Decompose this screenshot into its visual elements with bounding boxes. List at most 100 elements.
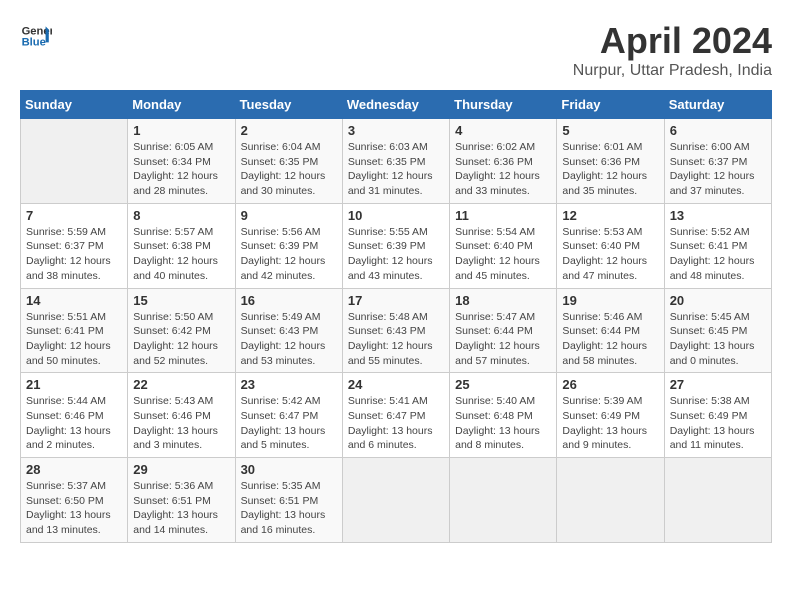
calendar-cell xyxy=(557,458,664,543)
calendar-cell: 10 Sunrise: 5:55 AM Sunset: 6:39 PM Dayli… xyxy=(342,203,449,288)
day-info: Sunrise: 5:36 AM Sunset: 6:51 PM Dayligh… xyxy=(133,479,229,538)
day-number: 24 xyxy=(348,377,444,392)
day-info: Sunrise: 5:54 AM Sunset: 6:40 PM Dayligh… xyxy=(455,225,551,284)
calendar-cell: 13 Sunrise: 5:52 AM Sunset: 6:41 PM Dayli… xyxy=(664,203,771,288)
day-number: 21 xyxy=(26,377,122,392)
day-info: Sunrise: 5:40 AM Sunset: 6:48 PM Dayligh… xyxy=(455,394,551,453)
day-number: 11 xyxy=(455,208,551,223)
day-info: Sunrise: 5:59 AM Sunset: 6:37 PM Dayligh… xyxy=(26,225,122,284)
calendar-cell xyxy=(21,119,128,204)
location-title: Nurpur, Uttar Pradesh, India xyxy=(573,62,772,80)
day-info: Sunrise: 5:53 AM Sunset: 6:40 PM Dayligh… xyxy=(562,225,658,284)
day-info: Sunrise: 5:44 AM Sunset: 6:46 PM Dayligh… xyxy=(26,394,122,453)
svg-text:Blue: Blue xyxy=(22,37,46,49)
week-row-1: 1 Sunrise: 6:05 AM Sunset: 6:34 PM Daylig… xyxy=(21,119,772,204)
day-number: 27 xyxy=(670,377,766,392)
day-number: 29 xyxy=(133,462,229,477)
day-info: Sunrise: 5:57 AM Sunset: 6:38 PM Dayligh… xyxy=(133,225,229,284)
header-row: SundayMondayTuesdayWednesdayThursdayFrid… xyxy=(21,91,772,119)
day-info: Sunrise: 5:45 AM Sunset: 6:45 PM Dayligh… xyxy=(670,310,766,369)
day-info: Sunrise: 5:39 AM Sunset: 6:49 PM Dayligh… xyxy=(562,394,658,453)
day-number: 17 xyxy=(348,293,444,308)
day-number: 13 xyxy=(670,208,766,223)
week-row-4: 21 Sunrise: 5:44 AM Sunset: 6:46 PM Dayli… xyxy=(21,373,772,458)
calendar-cell: 28 Sunrise: 5:37 AM Sunset: 6:50 PM Dayli… xyxy=(21,458,128,543)
day-info: Sunrise: 5:55 AM Sunset: 6:39 PM Dayligh… xyxy=(348,225,444,284)
calendar-cell: 11 Sunrise: 5:54 AM Sunset: 6:40 PM Dayli… xyxy=(450,203,557,288)
calendar-cell: 26 Sunrise: 5:39 AM Sunset: 6:49 PM Dayli… xyxy=(557,373,664,458)
header-day-sunday: Sunday xyxy=(21,91,128,119)
week-row-3: 14 Sunrise: 5:51 AM Sunset: 6:41 PM Dayli… xyxy=(21,288,772,373)
header-day-thursday: Thursday xyxy=(450,91,557,119)
day-number: 30 xyxy=(241,462,337,477)
day-number: 26 xyxy=(562,377,658,392)
calendar-cell: 1 Sunrise: 6:05 AM Sunset: 6:34 PM Daylig… xyxy=(128,119,235,204)
day-number: 22 xyxy=(133,377,229,392)
day-number: 1 xyxy=(133,123,229,138)
calendar-cell: 6Sunrise: 6:00 AM Sunset: 6:37 PM Daylig… xyxy=(664,119,771,204)
header-day-saturday: Saturday xyxy=(664,91,771,119)
header-day-wednesday: Wednesday xyxy=(342,91,449,119)
calendar-cell: 30 Sunrise: 5:35 AM Sunset: 6:51 PM Dayli… xyxy=(235,458,342,543)
day-info: Sunrise: 5:50 AM Sunset: 6:42 PM Dayligh… xyxy=(133,310,229,369)
calendar-cell: 29 Sunrise: 5:36 AM Sunset: 6:51 PM Dayli… xyxy=(128,458,235,543)
day-number: 6 xyxy=(670,123,766,138)
day-info: Sunrise: 5:42 AM Sunset: 6:47 PM Dayligh… xyxy=(241,394,337,453)
day-info: Sunrise: 5:35 AM Sunset: 6:51 PM Dayligh… xyxy=(241,479,337,538)
calendar-cell: 21 Sunrise: 5:44 AM Sunset: 6:46 PM Dayli… xyxy=(21,373,128,458)
logo: General Blue xyxy=(20,20,52,52)
day-number: 7 xyxy=(26,208,122,223)
calendar-cell xyxy=(450,458,557,543)
header-day-monday: Monday xyxy=(128,91,235,119)
day-info: Sunrise: 6:05 AM Sunset: 6:34 PM Dayligh… xyxy=(133,140,229,199)
calendar-cell: 19Sunrise: 5:46 AM Sunset: 6:44 PM Dayli… xyxy=(557,288,664,373)
day-info: Sunrise: 5:37 AM Sunset: 6:50 PM Dayligh… xyxy=(26,479,122,538)
day-info: Sunrise: 5:56 AM Sunset: 6:39 PM Dayligh… xyxy=(241,225,337,284)
calendar-cell: 27 Sunrise: 5:38 AM Sunset: 6:49 PM Dayli… xyxy=(664,373,771,458)
calendar-cell: 18Sunrise: 5:47 AM Sunset: 6:44 PM Dayli… xyxy=(450,288,557,373)
day-info: Sunrise: 6:04 AM Sunset: 6:35 PM Dayligh… xyxy=(241,140,337,199)
week-row-5: 28 Sunrise: 5:37 AM Sunset: 6:50 PM Dayli… xyxy=(21,458,772,543)
day-number: 14 xyxy=(26,293,122,308)
day-number: 15 xyxy=(133,293,229,308)
day-info: Sunrise: 5:41 AM Sunset: 6:47 PM Dayligh… xyxy=(348,394,444,453)
calendar-cell: 22Sunrise: 5:43 AM Sunset: 6:46 PM Dayli… xyxy=(128,373,235,458)
calendar-cell xyxy=(342,458,449,543)
calendar-cell: 7 Sunrise: 5:59 AM Sunset: 6:37 PM Daylig… xyxy=(21,203,128,288)
title-block: April 2024 Nurpur, Uttar Pradesh, India xyxy=(573,20,772,80)
calendar-cell: 9 Sunrise: 5:56 AM Sunset: 6:39 PM Daylig… xyxy=(235,203,342,288)
calendar-cell: 5Sunrise: 6:01 AM Sunset: 6:36 PM Daylig… xyxy=(557,119,664,204)
day-info: Sunrise: 5:49 AM Sunset: 6:43 PM Dayligh… xyxy=(241,310,337,369)
day-number: 20 xyxy=(670,293,766,308)
day-number: 10 xyxy=(348,208,444,223)
day-number: 2 xyxy=(241,123,337,138)
day-info: Sunrise: 6:02 AM Sunset: 6:36 PM Dayligh… xyxy=(455,140,551,199)
calendar-cell: 20 Sunrise: 5:45 AM Sunset: 6:45 PM Dayli… xyxy=(664,288,771,373)
day-info: Sunrise: 5:51 AM Sunset: 6:41 PM Dayligh… xyxy=(26,310,122,369)
day-info: Sunrise: 5:48 AM Sunset: 6:43 PM Dayligh… xyxy=(348,310,444,369)
day-number: 3 xyxy=(348,123,444,138)
calendar-table: SundayMondayTuesdayWednesdayThursdayFrid… xyxy=(20,90,772,543)
day-info: Sunrise: 5:46 AM Sunset: 6:44 PM Dayligh… xyxy=(562,310,658,369)
week-row-2: 7 Sunrise: 5:59 AM Sunset: 6:37 PM Daylig… xyxy=(21,203,772,288)
day-number: 28 xyxy=(26,462,122,477)
calendar-cell: 15 Sunrise: 5:50 AM Sunset: 6:42 PM Dayli… xyxy=(128,288,235,373)
day-number: 25 xyxy=(455,377,551,392)
day-info: Sunrise: 6:01 AM Sunset: 6:36 PM Dayligh… xyxy=(562,140,658,199)
page-header: General Blue April 2024 Nurpur, Uttar Pr… xyxy=(20,20,772,80)
day-info: Sunrise: 5:38 AM Sunset: 6:49 PM Dayligh… xyxy=(670,394,766,453)
logo-icon: General Blue xyxy=(20,20,52,52)
day-number: 4 xyxy=(455,123,551,138)
calendar-cell xyxy=(664,458,771,543)
day-info: Sunrise: 5:52 AM Sunset: 6:41 PM Dayligh… xyxy=(670,225,766,284)
header-day-tuesday: Tuesday xyxy=(235,91,342,119)
calendar-cell: 24 Sunrise: 5:41 AM Sunset: 6:47 PM Dayli… xyxy=(342,373,449,458)
calendar-cell: 17 Sunrise: 5:48 AM Sunset: 6:43 PM Dayli… xyxy=(342,288,449,373)
calendar-cell: 23Sunrise: 5:42 AM Sunset: 6:47 PM Dayli… xyxy=(235,373,342,458)
calendar-cell: 4 Sunrise: 6:02 AM Sunset: 6:36 PM Daylig… xyxy=(450,119,557,204)
month-title: April 2024 xyxy=(573,20,772,62)
calendar-cell: 12 Sunrise: 5:53 AM Sunset: 6:40 PM Dayli… xyxy=(557,203,664,288)
day-number: 9 xyxy=(241,208,337,223)
day-info: Sunrise: 5:47 AM Sunset: 6:44 PM Dayligh… xyxy=(455,310,551,369)
day-number: 12 xyxy=(562,208,658,223)
